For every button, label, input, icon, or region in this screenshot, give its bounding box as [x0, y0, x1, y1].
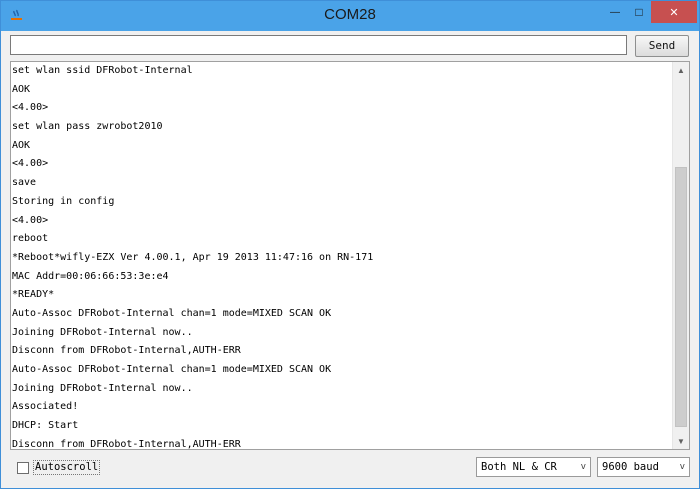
scroll-down-icon[interactable]: ▼ [673, 433, 689, 449]
output-line: <4.00> [12, 158, 49, 170]
output-line: *READY* [12, 289, 55, 301]
baud-rate-select[interactable]: 9600 baud v [597, 457, 690, 477]
output-line: set wlan ssid DFRobot-Internal [12, 65, 193, 76]
output-line: <4.00> [12, 214, 49, 226]
maximize-button[interactable]: □ [628, 1, 650, 23]
serial-monitor-window: COM28 — □ ✕ Send set wlan ssid DFRobot-I… [0, 0, 700, 489]
serial-output[interactable]: set wlan ssid DFRobot-Internal AOK <4.00… [10, 61, 690, 450]
scroll-up-icon[interactable]: ▲ [673, 62, 689, 78]
output-line: MAC Addr=00:06:66:53:3e:e4 [12, 270, 169, 282]
output-line: Auto-Assoc DFRobot-Internal chan=1 mode=… [12, 364, 332, 375]
maximize-icon: □ [635, 5, 643, 19]
output-line: save [12, 177, 37, 189]
chevron-down-icon: v [679, 462, 685, 472]
chevron-down-icon: v [580, 462, 586, 472]
output-lines: set wlan ssid DFRobot-Internal AOK <4.00… [11, 62, 676, 450]
output-line: Joining DFRobot-Internal now.. [12, 326, 193, 338]
output-line: <4.00> [12, 102, 49, 114]
output-line: Joining DFRobot-Internal now.. [12, 382, 193, 394]
baud-rate-value: 9600 baud [602, 461, 659, 473]
window-title: COM28 [324, 6, 376, 23]
output-line: Associated! [12, 401, 79, 413]
output-line: AOK [12, 83, 31, 95]
send-input[interactable] [10, 35, 627, 55]
output-line: Auto-Assoc DFRobot-Internal chan=1 mode=… [12, 307, 332, 319]
output-line: *Reboot*wifly-EZX Ver 4.00.1, Apr 19 201… [12, 251, 374, 263]
autoscroll-checkbox[interactable] [17, 461, 29, 474]
autoscroll-toggle[interactable]: Autoscroll [17, 460, 101, 475]
output-line: Disconn from DFRobot-Internal,AUTH-ERR [12, 345, 241, 357]
output-line: set wlan pass zwrobot2010 [12, 121, 163, 133]
output-line: reboot [12, 233, 49, 245]
output-line: Storing in config [12, 195, 115, 207]
scrollbar-thumb[interactable] [675, 167, 687, 427]
vertical-scrollbar[interactable]: ▲ ▼ [672, 62, 689, 449]
send-button[interactable]: Send [635, 35, 689, 57]
minimize-icon: — [610, 6, 620, 18]
minimize-button[interactable]: — [604, 1, 626, 23]
line-ending-select[interactable]: Both NL & CR v [476, 457, 591, 477]
bottom-bar: Autoscroll Both NL & CR v 9600 baud v [1, 452, 699, 486]
title-bar[interactable]: COM28 — □ ✕ [1, 1, 699, 31]
line-ending-value: Both NL & CR [481, 461, 557, 473]
output-line: DHCP: Start [12, 420, 79, 432]
autoscroll-label[interactable]: Autoscroll [33, 460, 101, 475]
close-icon: ✕ [669, 6, 679, 19]
output-line: AOK [12, 139, 31, 151]
output-line: Disconn from DFRobot-Internal,AUTH-ERR [12, 438, 241, 450]
close-button[interactable]: ✕ [651, 1, 697, 23]
